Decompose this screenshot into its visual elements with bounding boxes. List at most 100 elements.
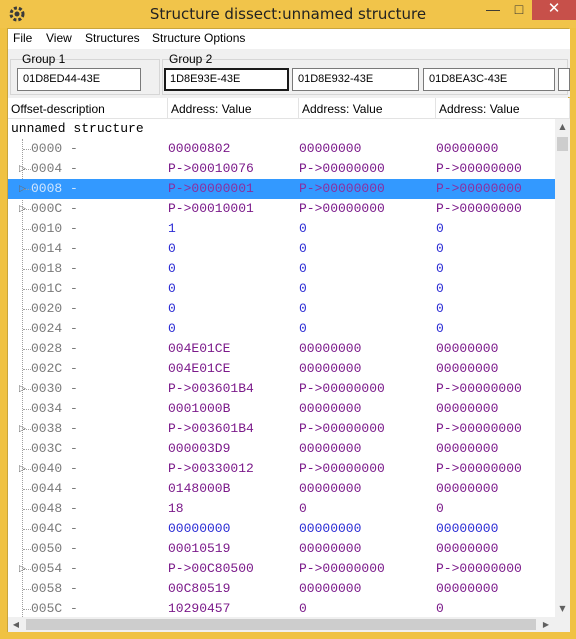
scroll-up-arrow-icon[interactable]: ▲ bbox=[555, 119, 570, 135]
value-cell-1: 004E01CE bbox=[168, 341, 231, 356]
value-cell-3: 00000000 bbox=[436, 441, 499, 456]
structure-row[interactable]: ▷ 0008 - P->00000001 P->00000000 P->00000000 bbox=[8, 179, 555, 199]
value-cell-3: 0 bbox=[436, 241, 444, 256]
value-cell-2: 0 bbox=[299, 221, 307, 236]
structure-row[interactable]: 0020 - 0 0 0 bbox=[8, 299, 555, 319]
value-cell-1: 0 bbox=[168, 301, 176, 316]
structure-row[interactable]: ▷ 000C - P->00010001 P->00000000 P->00000000 bbox=[8, 199, 555, 219]
vertical-scroll-thumb[interactable] bbox=[557, 137, 568, 151]
structure-row[interactable]: 0018 - 0 0 0 bbox=[8, 259, 555, 279]
value-cell-3: 00000000 bbox=[436, 401, 499, 416]
value-cell-3: P->00000000 bbox=[436, 421, 522, 436]
value-cell-1: 00C80519 bbox=[168, 581, 231, 596]
offset-description-cell: 002C - bbox=[31, 361, 78, 376]
column-header-value-2[interactable]: Address: Value bbox=[299, 98, 436, 119]
offset-description-cell: 0020 - bbox=[31, 301, 78, 316]
column-header-value-3[interactable]: Address: Value bbox=[436, 98, 570, 119]
structure-row[interactable]: 003C - 000003D9 00000000 00000000 bbox=[8, 439, 555, 459]
value-cell-1: 0 bbox=[168, 261, 176, 276]
structure-row[interactable]: ▷ 0038 - P->003601B4 P->00000000 P->00000000 bbox=[8, 419, 555, 439]
structure-row[interactable]: 0034 - 0001000B 00000000 00000000 bbox=[8, 399, 555, 419]
offset-description-cell: 000C - bbox=[31, 201, 78, 216]
menu-file[interactable]: File bbox=[13, 31, 32, 45]
value-cell-2: 0 bbox=[299, 501, 307, 516]
structure-row[interactable]: 0028 - 004E01CE 00000000 00000000 bbox=[8, 339, 555, 359]
structure-row[interactable]: 0010 - 1 0 0 bbox=[8, 219, 555, 239]
structure-row[interactable]: 0000 - 00000802 00000000 00000000 bbox=[8, 139, 555, 159]
menu-structures[interactable]: Structures bbox=[85, 31, 140, 45]
structure-row[interactable]: 004C - 00000000 00000000 00000000 bbox=[8, 519, 555, 539]
value-cell-2: 00000000 bbox=[299, 341, 362, 356]
structure-row[interactable]: ▷ 0004 - P->00010076 P->00000000 P->00000000 bbox=[8, 159, 555, 179]
group-2-address-field-4[interactable] bbox=[558, 68, 570, 91]
tree-branch-line bbox=[23, 589, 31, 590]
value-cell-2: 0 bbox=[299, 281, 307, 296]
structure-row[interactable]: 005C - 10290457 0 0 bbox=[8, 599, 555, 617]
offset-description-cell: 0058 - bbox=[31, 581, 78, 596]
structure-row[interactable]: 001C - 0 0 0 bbox=[8, 279, 555, 299]
value-cell-3: 0 bbox=[436, 221, 444, 236]
value-cell-2: P->00000000 bbox=[299, 201, 385, 216]
horizontal-scrollbar[interactable]: ◀ ▶ bbox=[8, 617, 570, 632]
value-cell-3: 00000000 bbox=[436, 481, 499, 496]
offset-description-cell: 0034 - bbox=[31, 401, 78, 416]
value-cell-2: 00000000 bbox=[299, 481, 362, 496]
value-cell-1: 0 bbox=[168, 241, 176, 256]
structure-tree[interactable]: unnamed structure 0000 -00000802 00000000… bbox=[8, 119, 555, 617]
menu-view[interactable]: View bbox=[46, 31, 72, 45]
group-1-address-field[interactable]: 01D8ED44-43E bbox=[17, 68, 141, 91]
tree-branch-line bbox=[23, 269, 31, 270]
value-cell-3: P->00000000 bbox=[436, 381, 522, 396]
scroll-down-arrow-icon[interactable]: ▼ bbox=[555, 601, 570, 617]
value-cell-2: 0 bbox=[299, 241, 307, 256]
tree-branch-line bbox=[23, 449, 31, 450]
expand-arrow-icon[interactable]: ▷ bbox=[19, 384, 26, 394]
maximize-button[interactable]: □ bbox=[506, 0, 532, 20]
structure-row[interactable]: 0014 - 0 0 0 bbox=[8, 239, 555, 259]
structure-row[interactable]: ▷ 0054 - P->00C80500 P->00000000 P->00000000 bbox=[8, 559, 555, 579]
expand-arrow-icon[interactable]: ▷ bbox=[19, 204, 26, 214]
vertical-scrollbar[interactable]: ▲ ▼ bbox=[555, 119, 570, 617]
structure-row[interactable]: 0058 - 00C80519 00000000 00000000 bbox=[8, 579, 555, 599]
value-cell-2: 0 bbox=[299, 261, 307, 276]
value-cell-2: 00000000 bbox=[299, 441, 362, 456]
structure-row[interactable]: ▷ 0030 - P->003601B4 P->00000000 P->00000000 bbox=[8, 379, 555, 399]
offset-description-cell: 0014 - bbox=[31, 241, 78, 256]
scroll-right-arrow-icon[interactable]: ▶ bbox=[538, 617, 554, 632]
group-2-address-field-3[interactable]: 01D8EA3C-43E bbox=[423, 68, 555, 91]
offset-description-cell: 005C - bbox=[31, 601, 78, 616]
group-2-address-field-1[interactable]: 1D8E93E-43E bbox=[164, 68, 289, 91]
offset-description-cell: 0030 - bbox=[31, 381, 78, 396]
tree-branch-line bbox=[23, 489, 31, 490]
structure-row[interactable]: ▷ 0040 - P->00330012 P->00000000 P->00000000 bbox=[8, 459, 555, 479]
expand-arrow-icon[interactable]: ▷ bbox=[19, 424, 26, 434]
structure-row[interactable]: 0024 - 0 0 0 bbox=[8, 319, 555, 339]
column-header-offset[interactable]: Offset-description bbox=[8, 98, 168, 119]
menu-bar: File View Structures Structure Options bbox=[8, 29, 570, 49]
group-2-address-field-2[interactable]: 01D8E932-43E bbox=[292, 68, 419, 91]
title-bar[interactable]: Structure dissect:unnamed structure — □ … bbox=[0, 0, 576, 28]
scroll-left-arrow-icon[interactable]: ◀ bbox=[8, 617, 24, 632]
value-cell-2: P->00000000 bbox=[299, 381, 385, 396]
client-area: File View Structures Structure Options G… bbox=[7, 28, 570, 632]
horizontal-scroll-thumb[interactable] bbox=[26, 619, 536, 630]
expand-arrow-icon[interactable]: ▷ bbox=[19, 564, 26, 574]
expand-arrow-icon[interactable]: ▷ bbox=[19, 464, 26, 474]
structure-row[interactable]: 0048 - 18 0 0 bbox=[8, 499, 555, 519]
value-cell-2: P->00000000 bbox=[299, 181, 385, 196]
structure-row[interactable]: 0044 - 0148000B 00000000 00000000 bbox=[8, 479, 555, 499]
value-cell-2: 0 bbox=[299, 301, 307, 316]
value-cell-3: 0 bbox=[436, 281, 444, 296]
expand-arrow-icon[interactable]: ▷ bbox=[19, 164, 26, 174]
column-header-value-1[interactable]: Address: Value bbox=[168, 98, 299, 119]
structure-row[interactable]: 002C - 004E01CE 00000000 00000000 bbox=[8, 359, 555, 379]
structure-root-node[interactable]: unnamed structure bbox=[11, 121, 144, 136]
minimize-button[interactable]: — bbox=[480, 0, 506, 20]
close-button[interactable]: ✕ bbox=[532, 0, 576, 20]
menu-structure-options[interactable]: Structure Options bbox=[152, 31, 245, 45]
value-cell-1: 10290457 bbox=[168, 601, 231, 616]
structure-row[interactable]: 0050 - 00010519 00000000 00000000 bbox=[8, 539, 555, 559]
expand-arrow-icon[interactable]: ▷ bbox=[19, 184, 26, 194]
value-cell-1: P->00010001 bbox=[168, 201, 254, 216]
group-bar: Group 1 01D8ED44-43E Group 2 1D8E93E-43E… bbox=[8, 49, 570, 97]
